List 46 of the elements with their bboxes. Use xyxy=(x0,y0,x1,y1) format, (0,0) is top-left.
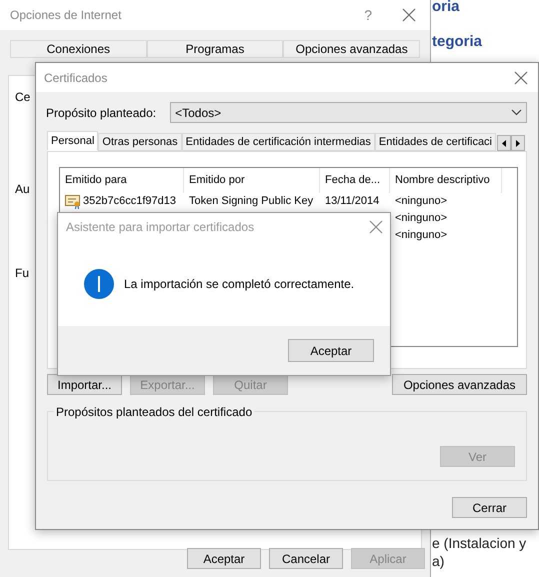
tab[interactable]: Personal xyxy=(47,131,98,151)
tab[interactable]: Entidades de certificaci xyxy=(374,133,496,151)
triangle-right-icon xyxy=(516,140,520,146)
close-icon[interactable] xyxy=(369,220,383,234)
window-title: Certificados xyxy=(44,70,108,86)
page-text: a) xyxy=(432,552,446,570)
dialog-button[interactable]: Cancelar xyxy=(269,548,343,569)
page-link[interactable]: oria xyxy=(432,0,482,18)
column-header[interactable]: Fecha de... xyxy=(320,168,390,193)
help-button[interactable]: ? xyxy=(364,4,372,26)
table-cell-text: 352b7c6cc1f97d13 xyxy=(83,194,176,210)
purpose-dropdown[interactable]: <Todos> xyxy=(170,102,527,123)
section-label: Au xyxy=(15,181,30,198)
dialog-button[interactable]: Aceptar xyxy=(187,548,261,569)
tab[interactable]: Otras personas xyxy=(98,133,182,151)
triangle-left-icon xyxy=(502,140,506,146)
table-cell-text: Token Signing Public Key xyxy=(189,194,314,210)
chevron-down-icon xyxy=(511,109,522,116)
column-header[interactable]: Emitido por xyxy=(184,168,320,193)
table-cell-text: <ninguno> xyxy=(395,228,447,244)
scroll-left-button[interactable] xyxy=(497,135,511,151)
close-icon[interactable] xyxy=(402,8,416,22)
table-cell-text: <ninguno> xyxy=(395,194,447,210)
table-cell-text: <ninguno> xyxy=(395,211,447,226)
advanced-options-button[interactable]: Opciones avanzadas xyxy=(392,374,527,395)
column-header[interactable]: Emitido para xyxy=(60,168,184,193)
column-header[interactable]: Nombre descriptivo xyxy=(390,168,502,193)
page-link[interactable]: tegoria xyxy=(432,30,482,53)
table-cell-text: 13/11/2014 xyxy=(325,194,380,210)
tab[interactable]: Conexiones xyxy=(10,40,147,58)
tab[interactable]: Opciones avanzadas xyxy=(283,40,420,58)
close-button[interactable]: Cerrar xyxy=(452,497,527,518)
accept-button[interactable]: Aceptar xyxy=(288,339,374,362)
message-text: La importación se completó correctamente. xyxy=(124,276,354,292)
tab[interactable]: Entidades de certificación intermedias xyxy=(182,133,375,151)
close-icon[interactable] xyxy=(514,70,528,84)
info-icon xyxy=(84,268,114,298)
section-label: Fu xyxy=(15,265,30,282)
tab[interactable]: Programas xyxy=(146,40,284,58)
scroll-right-button[interactable] xyxy=(511,135,525,151)
purpose-label: Propósito planteado: xyxy=(46,104,156,122)
page-text: e (Instalacion y xyxy=(432,534,526,552)
window-title: Opciones de Internet xyxy=(10,7,122,24)
section-label: Ce xyxy=(15,89,30,106)
list-button[interactable]: Importar... xyxy=(47,374,122,395)
window-title: Asistente para importar certificados xyxy=(66,219,254,236)
